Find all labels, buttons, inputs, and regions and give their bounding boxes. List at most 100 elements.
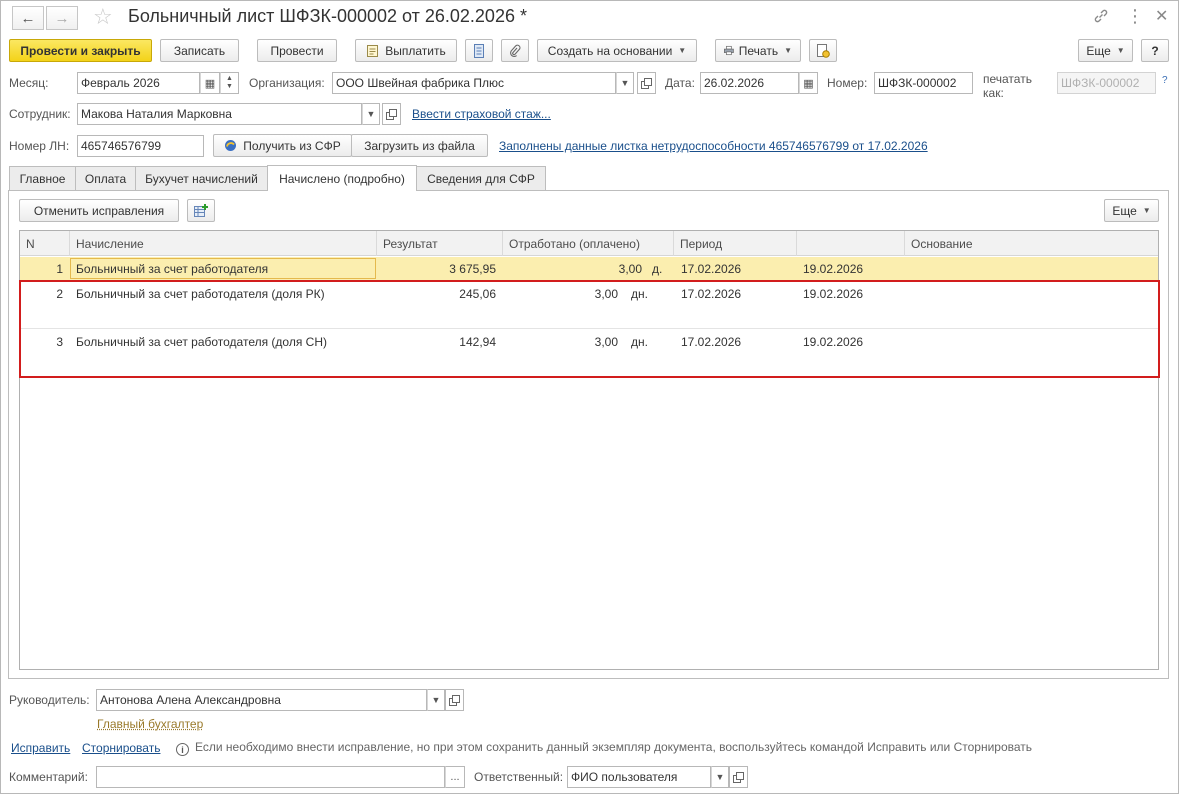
load-from-file-label: Загрузить из файла xyxy=(364,138,475,153)
comment-field[interactable] xyxy=(96,766,445,788)
save-button[interactable]: Записать xyxy=(160,39,239,62)
employee-field[interactable]: Макова Наталия Марковна xyxy=(77,103,362,125)
column-header-worked[interactable]: Отработано (оплачено) xyxy=(503,231,674,256)
cell-unit: дн. xyxy=(631,287,648,301)
tab-accounting[interactable]: Бухучет начислений xyxy=(135,166,268,190)
comment-expand-button[interactable]: ... xyxy=(445,766,465,788)
chief-accountant-link[interactable]: Главный бухгалтер xyxy=(97,717,203,731)
get-from-sfr-label: Получить из СФР xyxy=(243,138,341,153)
number-field[interactable]: ШФЗК-000002 xyxy=(874,72,973,94)
post-and-close-button[interactable]: Провести и закрыть xyxy=(9,39,152,62)
chevron-down-icon: ▼ xyxy=(1116,46,1125,55)
attachments-button[interactable] xyxy=(501,39,529,62)
column-header-accrual[interactable]: Начисление xyxy=(70,231,377,256)
printer-icon xyxy=(724,45,734,56)
pay-button[interactable]: Выплатить xyxy=(355,39,457,62)
ln-number-label: Номер ЛН: xyxy=(9,139,70,153)
close-icon[interactable]: ✕ xyxy=(1155,6,1168,26)
calendar-button[interactable]: ▦ xyxy=(200,72,220,94)
document-status-button[interactable] xyxy=(809,39,837,62)
tab-accrued-detailed[interactable]: Начислено (подробно) xyxy=(267,165,417,191)
tab-sfr-info[interactable]: Сведения для СФР xyxy=(416,166,546,190)
ln-data-filled-link[interactable]: Заполнены данные листка нетрудоспособнос… xyxy=(499,139,928,153)
cell-worked: 3,00 xyxy=(618,262,642,276)
fix-link[interactable]: Исправить xyxy=(11,741,70,755)
print-button[interactable]: Печать ▼ xyxy=(715,39,801,62)
chevron-down-icon: ▼ xyxy=(1142,206,1151,215)
column-header-n[interactable]: N xyxy=(20,231,70,256)
chevron-down-icon: ▼ xyxy=(678,46,687,55)
add-table-icon xyxy=(194,203,208,217)
month-field[interactable]: Февраль 2026 xyxy=(77,72,200,94)
calendar-icon: ▦ xyxy=(803,77,814,90)
cell-unit: дн. xyxy=(631,335,648,349)
link-icon[interactable] xyxy=(1093,8,1109,29)
column-header-result[interactable]: Результат xyxy=(377,231,503,256)
get-from-sfr-button[interactable]: Получить из СФР xyxy=(213,134,352,157)
month-spinner[interactable]: ▲ ▼ xyxy=(220,72,239,94)
cell-period-to: 19.02.2026 xyxy=(803,335,864,349)
manager-dropdown-button[interactable]: ▼ xyxy=(427,689,445,711)
tab-main[interactable]: Главное xyxy=(9,166,76,190)
cancel-corrections-label: Отменить исправления xyxy=(33,203,165,218)
back-button[interactable]: ← xyxy=(12,6,44,30)
table-row[interactable]: 3 Больничный за счет работодателя (доля … xyxy=(20,330,1158,377)
table-header: N Начисление Результат Отработано (оплач… xyxy=(20,231,1158,256)
reverse-link[interactable]: Сторнировать xyxy=(82,741,160,755)
organization-dropdown-button[interactable]: ▼ xyxy=(616,72,634,94)
cell-worked: 3,00 xyxy=(594,287,618,301)
column-header-period[interactable]: Период xyxy=(674,231,797,256)
ln-number-field[interactable]: 465746576799 xyxy=(77,135,204,157)
date-calendar-button[interactable]: ▦ xyxy=(799,72,818,94)
responsible-open-button[interactable] xyxy=(729,766,748,788)
column-header-basis[interactable]: Основание xyxy=(905,231,1158,256)
print-as-help-icon[interactable]: ? xyxy=(1162,75,1168,86)
panel-more-button[interactable]: Еще ▼ xyxy=(1104,199,1159,222)
date-field[interactable]: 26.02.2026 xyxy=(700,72,799,94)
insurance-experience-link[interactable]: Ввести страховой стаж... xyxy=(412,107,551,121)
organization-open-button[interactable] xyxy=(637,72,656,94)
responsible-dropdown-button[interactable]: ▼ xyxy=(711,766,729,788)
tab-payment[interactable]: Оплата xyxy=(75,166,136,190)
column-header-period-end[interactable] xyxy=(797,231,905,256)
number-label: Номер: xyxy=(827,76,868,90)
more-button[interactable]: Еще ▼ xyxy=(1078,39,1133,62)
cancel-corrections-button[interactable]: Отменить исправления xyxy=(19,199,179,222)
info-icon: i xyxy=(176,743,189,756)
favorite-star-icon[interactable]: ☆ xyxy=(93,4,113,30)
chevron-down-icon: ▼ xyxy=(784,46,792,55)
open-form-icon xyxy=(641,77,652,89)
help-button[interactable]: ? xyxy=(1141,39,1169,62)
manager-open-button[interactable] xyxy=(445,689,464,711)
cell-result: 3 675,95 xyxy=(449,262,496,276)
cell-period-from: 17.02.2026 xyxy=(681,335,742,349)
date-label: Дата: xyxy=(665,76,695,90)
table-row[interactable]: 2 Больничный за счет работодателя (доля … xyxy=(20,282,1158,329)
cell-n: 3 xyxy=(56,335,63,349)
accruals-table[interactable]: N Начисление Результат Отработано (оплач… xyxy=(19,230,1159,670)
sfr-logo-icon xyxy=(225,140,237,151)
info-message: i Если необходимо внести исправление, но … xyxy=(176,740,1032,756)
create-based-on-button[interactable]: Создать на основании ▼ xyxy=(537,39,697,62)
manager-label: Руководитель: xyxy=(9,693,90,707)
post-button[interactable]: Провести xyxy=(257,39,337,62)
cell-accrual[interactable]: Больничный за счет работодателя xyxy=(76,257,372,281)
responsible-field[interactable]: ФИО пользователя xyxy=(567,766,711,788)
forward-button[interactable]: → xyxy=(46,6,78,30)
organization-field[interactable]: ООО Швейная фабрика Плюс xyxy=(332,72,616,94)
manager-field[interactable]: Антонова Алена Александровна xyxy=(96,689,427,711)
help-label: ? xyxy=(1151,43,1159,58)
report-button[interactable] xyxy=(465,39,493,62)
add-row-button[interactable] xyxy=(187,199,215,222)
print-as-field: ШФЗК-000002 xyxy=(1057,72,1156,94)
table-row[interactable]: 1 Больничный за счет работодателя 3 675,… xyxy=(20,257,1158,281)
load-from-file-button[interactable]: Загрузить из файла xyxy=(351,134,488,157)
month-label: Месяц: xyxy=(9,76,49,90)
arrow-left-icon: ← xyxy=(20,9,36,27)
more-vertical-icon[interactable]: ⋮ xyxy=(1126,6,1144,27)
employee-dropdown-button[interactable]: ▼ xyxy=(362,103,380,125)
employee-label: Сотрудник: xyxy=(9,107,71,121)
cell-result: 142,94 xyxy=(459,335,496,349)
cell-accrual: Больничный за счет работодателя (доля РК… xyxy=(76,287,325,301)
employee-open-button[interactable] xyxy=(382,103,401,125)
